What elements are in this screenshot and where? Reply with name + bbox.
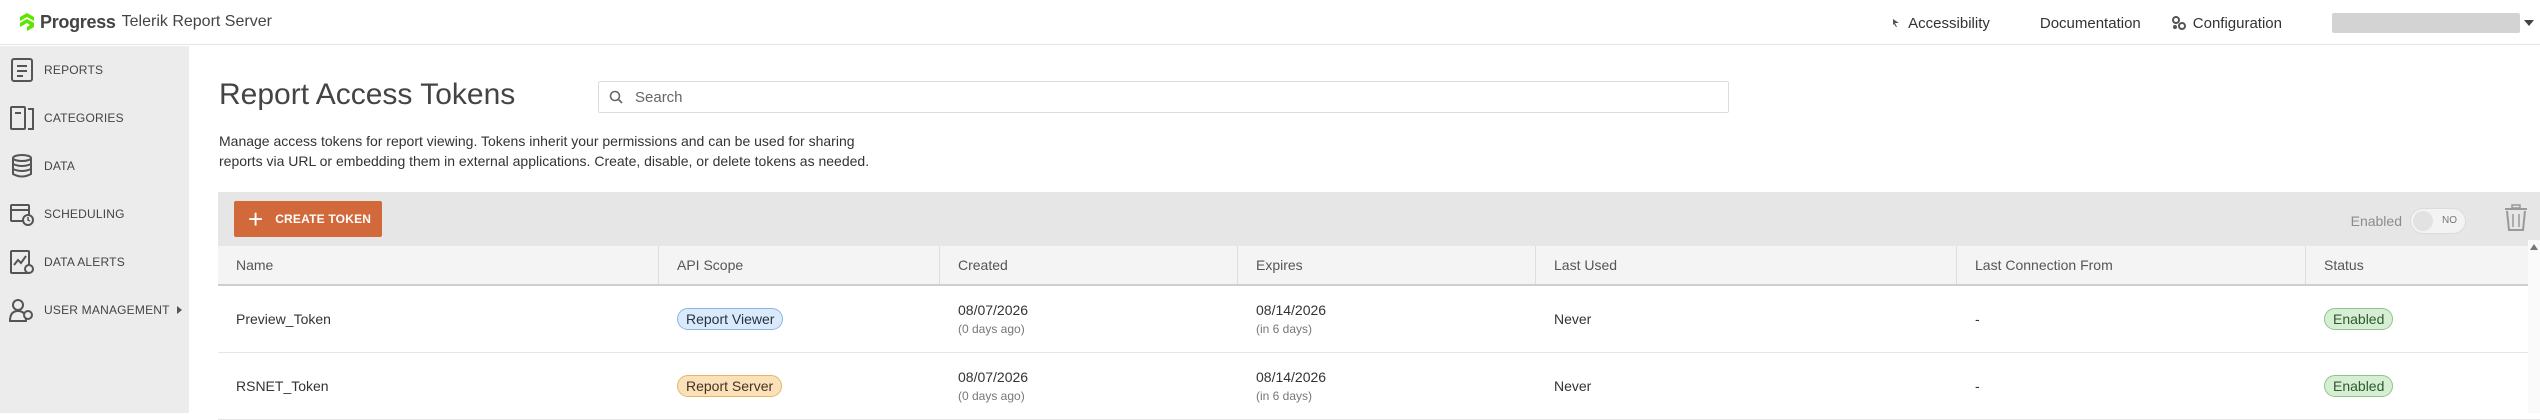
expires-relative: (in 6 days) [1256, 389, 1313, 403]
top-bar: Progress Telerik Report Server Accessibi… [0, 0, 2540, 45]
product-name: Telerik Report Server [121, 13, 272, 30]
sidebar: REPORTS CATEGORIES DATA SCHEDULING DATA … [0, 46, 189, 413]
sidebar-item-data-alerts[interactable]: DATA ALERTS [0, 238, 189, 286]
token-name: Preview_Token [236, 311, 331, 327]
api-scope-cell: Report Server [659, 353, 940, 419]
accessibility-link[interactable]: Accessibility [1890, 15, 1990, 32]
create-token-label: CREATE TOKEN [275, 212, 372, 226]
sidebar-item-label: SCHEDULING [44, 207, 125, 221]
created-cell: 08/07/2026 (0 days ago) [940, 353, 1238, 419]
description-line: reports via URL or embedding them in ext… [219, 153, 870, 169]
table-row[interactable]: RSNET_Token Report Server 08/07/2026 (0 … [218, 353, 2540, 420]
last-used: Never [1554, 311, 1592, 327]
trash-icon[interactable] [2504, 204, 2528, 232]
search-box[interactable] [598, 81, 1729, 113]
search-icon [609, 90, 623, 104]
enabled-toggle[interactable]: NO [2410, 208, 2466, 234]
expires-cell: 08/14/2026 (in 6 days) [1238, 353, 1536, 419]
status-cell: Enabled [2306, 286, 2540, 352]
brand-name: Progress [40, 11, 116, 32]
created-date: 08/07/2026 [958, 302, 1029, 318]
page-description: Manage access tokens for report viewing.… [219, 131, 919, 171]
sidebar-item-label: DATA ALERTS [44, 255, 125, 269]
configuration-icon [2171, 16, 2186, 30]
column-header-expires[interactable]: Expires [1238, 246, 1536, 284]
scroll-up-icon[interactable] [2530, 244, 2538, 250]
api-scope-cell: Report Viewer [659, 286, 940, 352]
categories-icon [8, 103, 36, 133]
accessibility-icon [1893, 19, 1900, 27]
enabled-filter: Enabled NO [2351, 208, 2466, 234]
created-date: 08/07/2026 [958, 369, 1029, 385]
top-nav: Accessibility Documentation Configuratio… [1890, 12, 2540, 34]
created-cell: 08/07/2026 (0 days ago) [940, 286, 1238, 352]
status-badge: Enabled [2324, 308, 2394, 330]
sidebar-item-label: REPORTS [44, 63, 104, 77]
column-header-created[interactable]: Created [940, 246, 1238, 284]
toggle-knob [2413, 211, 2433, 231]
accessibility-label: Accessibility [1908, 14, 1990, 32]
expires-date: 08/14/2026 [1256, 369, 1327, 385]
expires-relative: (in 6 days) [1256, 322, 1313, 336]
last-used: Never [1554, 378, 1592, 394]
column-header-api-scope[interactable]: API Scope [659, 246, 940, 284]
table-row[interactable]: Preview_Token Report Viewer 08/07/2026 (… [218, 286, 2540, 353]
column-header-status[interactable]: Status [2306, 246, 2540, 284]
user-management-icon [8, 295, 36, 325]
brand-logo[interactable]: Progress Telerik Report Server [18, 10, 272, 34]
toggle-text: NO [2442, 215, 2457, 226]
reports-icon [8, 55, 36, 85]
chevron-right-icon [176, 306, 182, 314]
data-alerts-icon [8, 247, 36, 277]
documentation-label: Documentation [2039, 14, 2141, 32]
description-line: Manage access tokens for report viewing.… [219, 133, 855, 149]
scope-badge: Report Viewer [677, 308, 784, 330]
sidebar-item-user-management[interactable]: USER MANAGEMENT [0, 286, 189, 334]
last-connection: - [1975, 378, 1980, 394]
status-cell: Enabled [2306, 353, 2540, 419]
user-menu[interactable] [2332, 13, 2520, 33]
sidebar-item-reports[interactable]: REPORTS [0, 46, 189, 94]
sidebar-item-scheduling[interactable]: SCHEDULING [0, 190, 189, 238]
expires-date: 08/14/2026 [1256, 302, 1327, 318]
page-title: Report Access Tokens [219, 78, 516, 111]
token-name: RSNET_Token [236, 378, 329, 394]
enabled-label: Enabled [2350, 213, 2402, 229]
sidebar-item-data[interactable]: DATA [0, 142, 189, 190]
status-badge: Enabled [2324, 375, 2394, 397]
documentation-link[interactable]: Documentation [2040, 15, 2141, 32]
tokens-table: Name API Scope Created Expires Last Used… [218, 246, 2540, 420]
created-relative: (0 days ago) [958, 322, 1025, 336]
sidebar-item-label: DATA [44, 159, 76, 173]
sidebar-item-label: CATEGORIES [44, 111, 124, 125]
data-icon [8, 151, 36, 181]
last-connection: - [1975, 311, 1980, 327]
sidebar-item-categories[interactable]: CATEGORIES [0, 94, 189, 142]
column-header-name[interactable]: Name [218, 246, 659, 284]
table-scrollbar[interactable] [2528, 240, 2540, 413]
search-input[interactable] [635, 88, 1695, 106]
configuration-label: Configuration [2192, 14, 2282, 32]
created-relative: (0 days ago) [958, 389, 1025, 403]
create-token-button[interactable]: + CREATE TOKEN [234, 201, 382, 237]
chevron-down-icon[interactable] [2524, 20, 2534, 26]
progress-logo-icon [20, 13, 34, 31]
scheduling-icon [8, 199, 36, 229]
configuration-link[interactable]: Configuration [2171, 15, 2282, 32]
plus-icon: + [248, 204, 264, 234]
grid-toolbar: + CREATE TOKEN Enabled NO [218, 192, 2540, 246]
sidebar-item-label: USER MANAGEMENT [44, 303, 170, 317]
column-header-last-used[interactable]: Last Used [1536, 246, 1957, 284]
expires-cell: 08/14/2026 (in 6 days) [1238, 286, 1536, 352]
table-header: Name API Scope Created Expires Last Used… [218, 246, 2540, 286]
main-content: Report Access Tokens Manage access token… [189, 46, 2540, 420]
scope-badge: Report Server [677, 375, 783, 397]
column-header-last-connection[interactable]: Last Connection From [1957, 246, 2306, 284]
